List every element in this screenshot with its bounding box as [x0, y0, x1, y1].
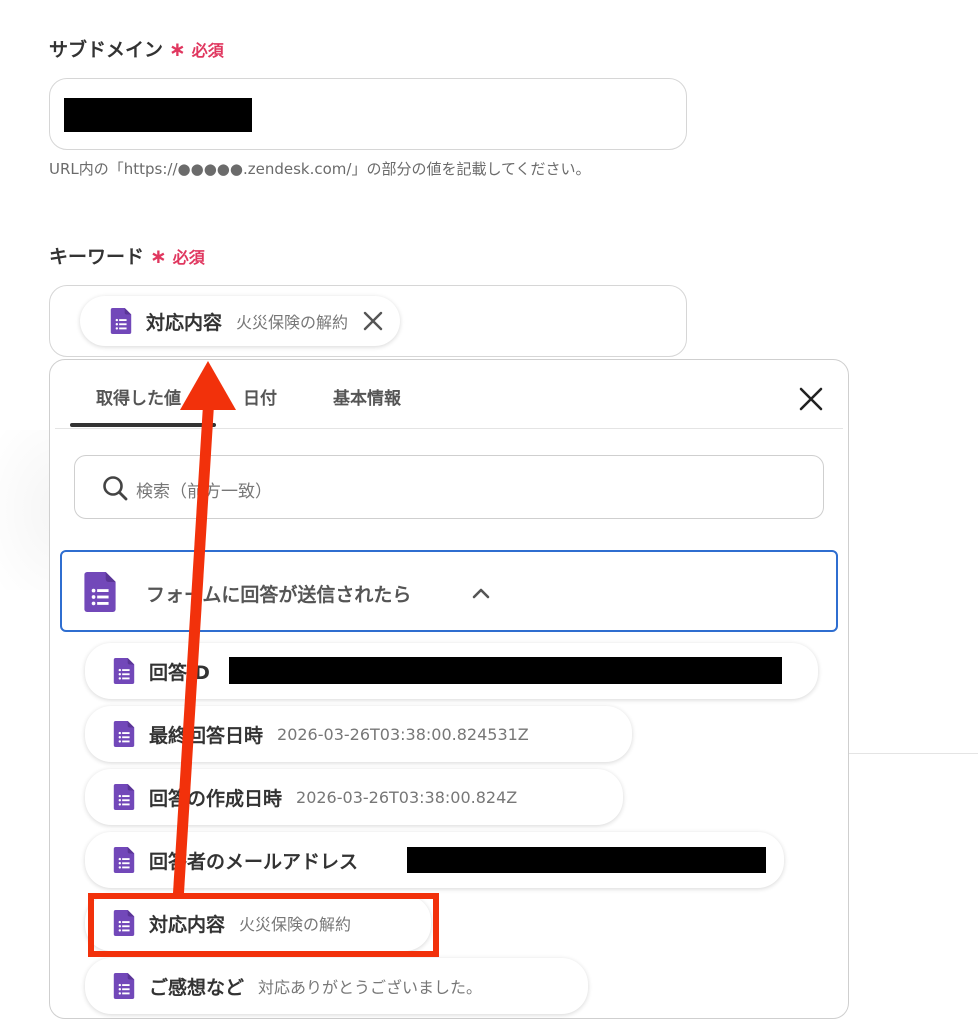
- item-name: 回答ID: [149, 661, 210, 684]
- tab-acquired-values[interactable]: 取得した値: [96, 384, 181, 409]
- google-forms-icon: [113, 973, 135, 999]
- required-star: ∗: [169, 36, 186, 61]
- annotation-highlight-box: [88, 893, 439, 957]
- google-forms-icon: [113, 721, 135, 747]
- google-forms-icon: [84, 572, 116, 612]
- tab-basic-info[interactable]: 基本情報: [333, 384, 401, 409]
- item-name: ご感想など: [149, 976, 245, 999]
- keyword-label: キーワード ∗ 必須: [49, 242, 205, 269]
- active-tab-indicator: [70, 423, 216, 427]
- tab-divider: [55, 428, 843, 429]
- item-value: 2026-03-26T03:38:00.824Z: [296, 787, 518, 807]
- search-placeholder: 検索（前方一致）: [136, 482, 272, 502]
- list-item[interactable]: 回答ID: [85, 643, 818, 699]
- remove-chip-icon[interactable]: [362, 310, 384, 332]
- subdomain-label: サブドメイン ∗ 必須: [49, 35, 224, 62]
- background-divider: [849, 753, 978, 754]
- required-text: 必須: [172, 247, 205, 267]
- subdomain-hint: URL内の「https://●●●●●.zendesk.com/」の部分の値を記…: [49, 160, 591, 178]
- chip-name: 対応内容: [146, 311, 223, 334]
- section-header-form-submitted[interactable]: フォームに回答が送信されたら: [60, 550, 838, 632]
- subdomain-input[interactable]: [49, 78, 687, 150]
- google-forms-icon: [113, 847, 135, 873]
- list-item[interactable]: 回答の作成日時 2026-03-26T03:38:00.824Z: [85, 769, 623, 825]
- chip-value: 火災保険の解約: [236, 313, 349, 332]
- search-icon: [103, 476, 128, 501]
- item-name: 最終回答日時: [149, 724, 264, 747]
- item-value: 2026-03-26T03:38:00.824531Z: [277, 724, 529, 744]
- google-forms-icon: [113, 658, 135, 684]
- redacted-value: [64, 98, 252, 132]
- section-title: フォームに回答が送信されたら: [146, 584, 412, 606]
- item-name: 回答者のメールアドレス: [149, 850, 359, 873]
- search-input[interactable]: 検索（前方一致）: [74, 455, 824, 519]
- list-item[interactable]: 回答者のメールアドレス: [85, 832, 784, 888]
- list-item[interactable]: ご感想など 対応ありがとうございました。: [85, 958, 588, 1014]
- subdomain-label-text: サブドメイン: [49, 39, 164, 61]
- required-star: ∗: [150, 243, 167, 268]
- tab-date[interactable]: 日付: [243, 384, 277, 409]
- close-icon[interactable]: [798, 386, 824, 412]
- item-name: 回答の作成日時: [149, 787, 283, 810]
- redacted-value: [407, 847, 766, 873]
- redacted-value: [229, 657, 782, 684]
- list-item[interactable]: 最終回答日時 2026-03-26T03:38:00.824531Z: [85, 706, 632, 762]
- chevron-up-icon[interactable]: [470, 582, 492, 604]
- required-text: 必須: [191, 40, 224, 60]
- keyword-chip[interactable]: 対応内容 火災保険の解約: [80, 296, 401, 346]
- keyword-label-text: キーワード: [49, 246, 145, 268]
- item-value: 対応ありがとうございました。: [258, 978, 483, 997]
- google-forms-icon: [113, 784, 135, 810]
- google-forms-icon: [110, 308, 132, 334]
